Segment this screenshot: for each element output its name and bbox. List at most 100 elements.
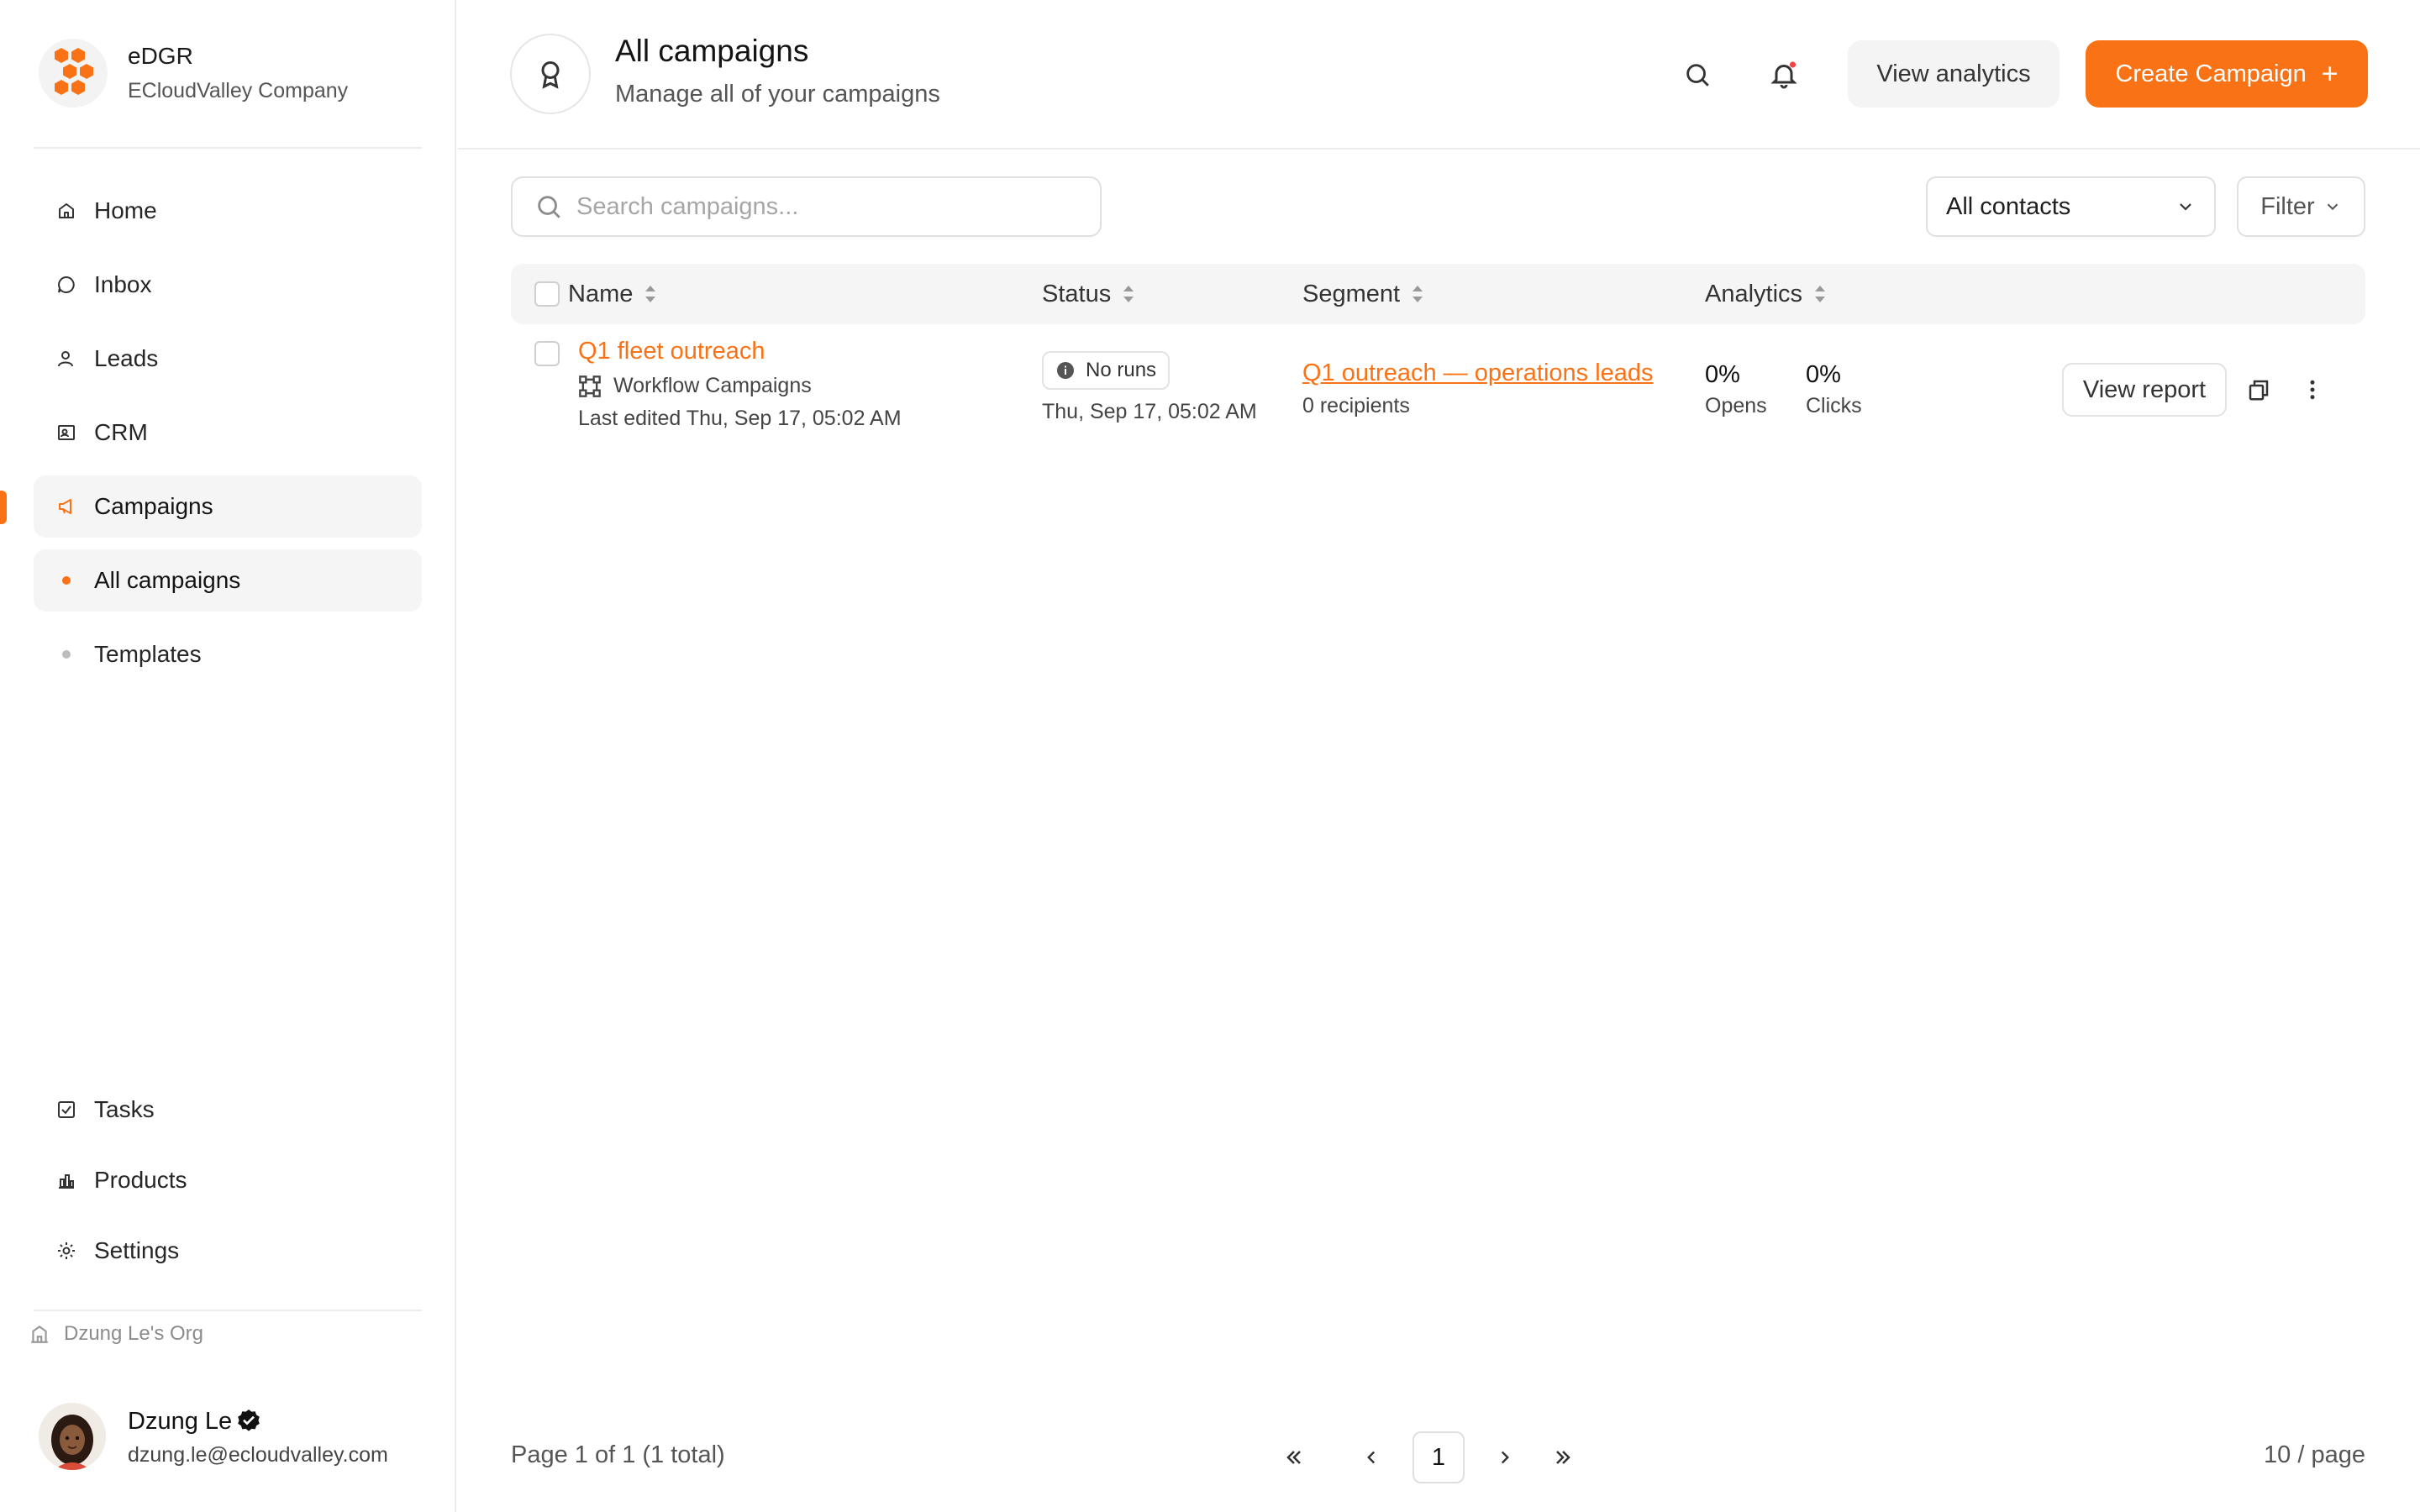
sidebar-divider: [34, 147, 422, 149]
sidebar-item-label: Tasks: [94, 1096, 155, 1122]
page-header: All campaigns Manage all of your campaig…: [458, 0, 2420, 150]
page-title: All campaigns: [615, 34, 809, 68]
first-page-icon[interactable]: [1268, 1431, 1320, 1483]
secondary-nav: Tasks Products Settings: [34, 1080, 422, 1292]
sidebar-item-label: Inbox: [94, 271, 152, 297]
clicks-label: Clicks: [1806, 394, 1862, 417]
page-subtitle: Manage all of your campaigns: [615, 81, 940, 108]
page-number-button[interactable]: 1: [1413, 1431, 1465, 1483]
main-nav: Home Inbox Leads CRM Campaigns All campa…: [34, 180, 422, 697]
user-name: Dzung Le: [128, 1407, 233, 1435]
sidebar-item-label: Leads: [94, 345, 159, 371]
chevron-down-icon: [2315, 197, 2342, 216]
sidebar-item-home[interactable]: Home: [34, 180, 422, 242]
previous-page-icon[interactable]: [1345, 1431, 1397, 1483]
contact-card-icon: [55, 422, 77, 444]
org-name: Dzung Le's Org: [64, 1322, 203, 1345]
contacts-select[interactable]: All contacts: [1926, 176, 2216, 237]
brand[interactable]: eDGR ECloudValley Company: [39, 39, 348, 108]
sidebar-item-label: Products: [94, 1167, 187, 1193]
sidebar-item-inbox[interactable]: Inbox: [34, 254, 422, 316]
create-campaign-label: Create Campaign: [2115, 60, 2307, 87]
user-profile[interactable]: Dzung Le dzung.le@ecloudvalley.com: [39, 1403, 388, 1470]
gear-icon: [55, 1240, 77, 1262]
row-checkbox[interactable]: [534, 341, 560, 366]
checkbox-icon: [55, 1099, 77, 1121]
sidebar-item-all-campaigns[interactable]: All campaigns: [34, 549, 422, 612]
table-header: Name Status Segment Analytics: [511, 264, 2365, 324]
column-header-analytics[interactable]: Analytics: [1705, 264, 1828, 324]
org-switcher[interactable]: Dzung Le's Org: [29, 1322, 203, 1346]
opens-label: Opens: [1705, 394, 1767, 417]
chevron-down-icon: [2175, 197, 2196, 217]
column-label: Analytics: [1705, 280, 1803, 307]
sidebar-item-label: Home: [94, 197, 157, 223]
view-report-button[interactable]: View report: [2062, 363, 2227, 417]
sort-icon: [1815, 286, 1826, 302]
column-header-name[interactable]: Name: [568, 264, 658, 324]
brand-logo-icon: [39, 39, 108, 108]
person-icon: [55, 348, 77, 370]
campaign-type: Workflow Campaigns: [578, 374, 902, 398]
contacts-select-value: All contacts: [1946, 192, 2071, 220]
create-campaign-button[interactable]: Create Campaign +: [2086, 40, 2368, 108]
column-header-segment[interactable]: Segment: [1302, 264, 1425, 324]
chat-bubble-icon: [55, 274, 77, 296]
last-page-icon[interactable]: [1537, 1431, 1589, 1483]
select-all-checkbox[interactable]: [534, 264, 560, 324]
campaign-name-link[interactable]: Q1 fleet outreach: [578, 338, 902, 365]
segment-cell: Q1 outreach — operations leads 0 recipie…: [1302, 360, 1654, 418]
sidebar-item-leads[interactable]: Leads: [34, 328, 422, 390]
column-header-status[interactable]: Status: [1042, 264, 1136, 324]
brand-company: ECloudValley Company: [128, 79, 349, 102]
status-badge-label: No runs: [1086, 359, 1157, 381]
view-analytics-button[interactable]: View analytics: [1848, 40, 2060, 108]
active-dot-icon: [62, 576, 71, 585]
clicks-metric: 0% Clicks: [1806, 361, 1862, 418]
opens-value: 0%: [1705, 361, 1740, 388]
plus-icon: +: [2321, 58, 2338, 90]
sidebar-item-label: Settings: [94, 1237, 180, 1263]
brand-name: eDGR: [128, 43, 193, 69]
search-field[interactable]: [511, 176, 1102, 237]
filter-button[interactable]: Filter: [2237, 176, 2365, 237]
opens-metric: 0% Opens: [1705, 361, 1767, 418]
megaphone-icon: [55, 496, 77, 517]
page-size-selector[interactable]: 10 / page: [2264, 1441, 2365, 1469]
building-icon: [29, 1323, 50, 1345]
sidebar-item-tasks[interactable]: Tasks: [34, 1080, 422, 1139]
sidebar: eDGR ECloudValley Company Home Inbox Lea…: [0, 0, 456, 1512]
sidebar-item-label: All campaigns: [94, 567, 241, 593]
verified-badge-icon: [235, 1408, 262, 1435]
search-input[interactable]: [576, 192, 1047, 221]
user-email: dzung.le@ecloudvalley.com: [128, 1442, 388, 1467]
status-cell: No runs Thu, Sep 17, 05:02 AM: [1042, 351, 1257, 424]
column-label: Name: [568, 280, 634, 307]
duplicate-icon[interactable]: [2244, 375, 2274, 405]
sidebar-item-campaigns[interactable]: Campaigns: [34, 475, 422, 538]
last-edited: Last edited Thu, Sep 17, 05:02 AM: [578, 407, 902, 430]
checkbox[interactable]: [534, 341, 560, 366]
status-badge: No runs: [1042, 351, 1171, 390]
table-row[interactable]: Q1 fleet outreach Workflow Campaigns Las…: [511, 329, 2365, 455]
sidebar-item-label: Templates: [94, 641, 202, 667]
search-icon[interactable]: [1676, 54, 1718, 96]
active-indicator: [0, 491, 7, 524]
sidebar-item-templates[interactable]: Templates: [34, 623, 422, 685]
next-page-icon[interactable]: [1479, 1431, 1531, 1483]
segment-link[interactable]: Q1 outreach — operations leads: [1302, 360, 1654, 387]
campaign-badge-icon: [510, 34, 591, 114]
workflow-icon: [579, 375, 601, 397]
notification-bell-icon[interactable]: [1763, 54, 1805, 96]
avatar: [39, 1403, 106, 1470]
info-icon: [1057, 362, 1074, 379]
sidebar-item-products[interactable]: Products: [34, 1151, 422, 1210]
checkbox[interactable]: [534, 281, 560, 307]
column-label: Segment: [1302, 280, 1401, 307]
more-options-icon[interactable]: [2297, 375, 2328, 405]
sidebar-item-label: Campaigns: [94, 493, 213, 519]
sidebar-item-crm[interactable]: CRM: [34, 402, 422, 464]
sidebar-item-settings[interactable]: Settings: [34, 1221, 422, 1280]
home-icon: [55, 200, 77, 222]
pagination-info: Page 1 of 1 (1 total): [511, 1441, 725, 1468]
